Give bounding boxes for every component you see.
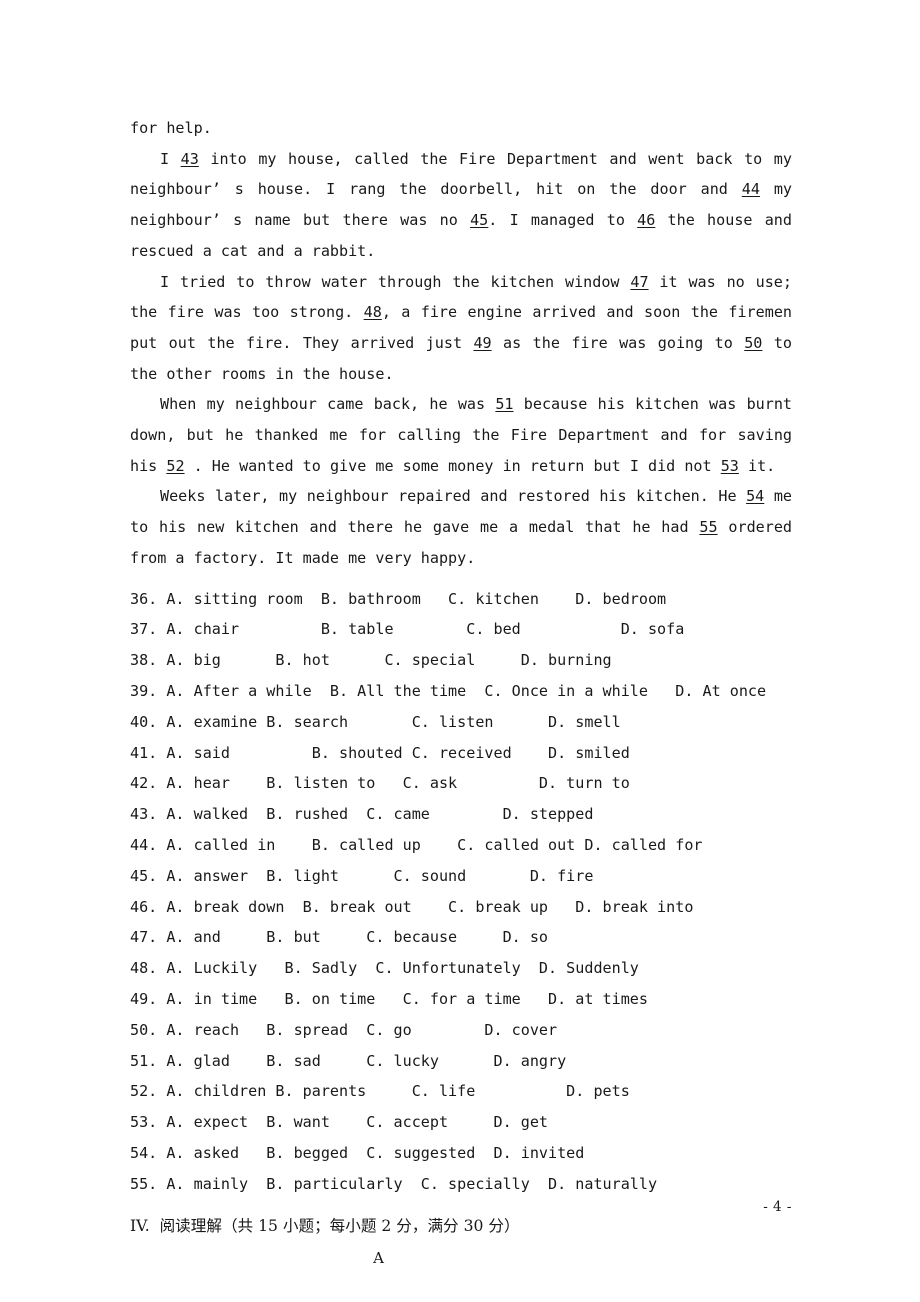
- blank-number: 51: [495, 395, 514, 414]
- passage-text: When my neighbour came back, he was: [160, 395, 496, 414]
- passage-text: as the fire was going to: [491, 333, 745, 352]
- option-row[interactable]: 48. A. Luckily B. Sadly C. Unfortunately…: [130, 953, 792, 984]
- passage-paragraph: I 43 into my house, called the Fire Depa…: [130, 144, 792, 267]
- blank-number: 50: [744, 333, 763, 352]
- option-row[interactable]: 38. A. big B. hot C. special D. burning: [130, 645, 792, 676]
- passage-text: Weeks later, my neighbour repaired and r…: [160, 487, 747, 506]
- option-row[interactable]: 36. A. sitting room B. bathroom C. kitch…: [130, 584, 792, 615]
- option-row[interactable]: 53. A. expect B. want C. accept D. get: [130, 1107, 792, 1138]
- passage-text: it.: [738, 456, 776, 475]
- passage-paragraph: for help.: [130, 113, 792, 144]
- blank-number: 54: [746, 487, 765, 506]
- option-row[interactable]: 52. A. children B. parents C. life D. pe…: [130, 1076, 792, 1107]
- passage-text: . I managed to: [488, 211, 638, 230]
- option-row[interactable]: 45. A. answer B. light C. sound D. fire: [130, 861, 792, 892]
- option-row[interactable]: 39. A. After a while B. All the time C. …: [130, 676, 792, 707]
- option-row[interactable]: 55. A. mainly B. particularly C. special…: [130, 1169, 792, 1200]
- blank-number: 43: [180, 149, 199, 168]
- blank-number: 48: [363, 303, 382, 322]
- blank-number: 52: [166, 456, 185, 475]
- passage-text: I tried to throw water through the kitch…: [160, 272, 631, 291]
- page-number: - 4 -: [763, 1199, 792, 1215]
- blank-number: 49: [473, 333, 492, 352]
- cloze-options-list: 36. A. sitting room B. bathroom C. kitch…: [130, 584, 792, 1200]
- section-heading-reading-comprehension: IV. 阅读理解（共 15 小题；每小题 2 分，满分 30 分）: [130, 1217, 520, 1236]
- passage-paragraph: I tried to throw water through the kitch…: [130, 267, 792, 390]
- blank-number: 55: [699, 518, 718, 537]
- blank-number: 44: [741, 180, 760, 199]
- passage-paragraph: Weeks later, my neighbour repaired and r…: [130, 481, 792, 573]
- option-row[interactable]: 47. A. and B. but C. because D. so: [130, 922, 792, 953]
- blank-number: 45: [470, 211, 489, 230]
- passage-text: . He wanted to give me some money in ret…: [184, 456, 721, 475]
- passage-paragraph: When my neighbour came back, he was 51 b…: [130, 389, 792, 481]
- option-row[interactable]: 50. A. reach B. spread C. go D. cover: [130, 1015, 792, 1046]
- option-row[interactable]: 43. A. walked B. rushed C. came D. stepp…: [130, 799, 792, 830]
- option-row[interactable]: 49. A. in time B. on time C. for a time …: [130, 984, 792, 1015]
- passage-text: I: [160, 149, 181, 168]
- option-row[interactable]: 54. A. asked B. begged C. suggested D. i…: [130, 1138, 792, 1169]
- option-row[interactable]: 37. A. chair B. table C. bed D. sofa: [130, 614, 792, 645]
- blank-number: 47: [630, 272, 649, 291]
- option-row[interactable]: 51. A. glad B. sad C. lucky D. angry: [130, 1046, 792, 1077]
- passage-text: for help.: [130, 119, 212, 137]
- option-row[interactable]: 42. A. hear B. listen to C. ask D. turn …: [130, 768, 792, 799]
- blank-number: 53: [720, 456, 739, 475]
- blank-number: 46: [637, 211, 656, 230]
- cloze-passage: for help. I 43 into my house, called the …: [130, 113, 792, 574]
- option-row[interactable]: 40. A. examine B. search C. listen D. sm…: [130, 707, 792, 738]
- option-row[interactable]: 41. A. said B. shouted C. received D. sm…: [130, 738, 792, 769]
- option-row[interactable]: 44. A. called in B. called up C. called …: [130, 830, 792, 861]
- page-content: for help. I 43 into my house, called the …: [130, 113, 792, 1273]
- passage-label-a: A: [373, 1249, 384, 1268]
- option-row[interactable]: 46. A. break down B. break out C. break …: [130, 892, 792, 923]
- passage-text: into my house, called the Fire Departmen…: [130, 149, 792, 199]
- document-page: for help. I 43 into my house, called the …: [0, 0, 920, 1302]
